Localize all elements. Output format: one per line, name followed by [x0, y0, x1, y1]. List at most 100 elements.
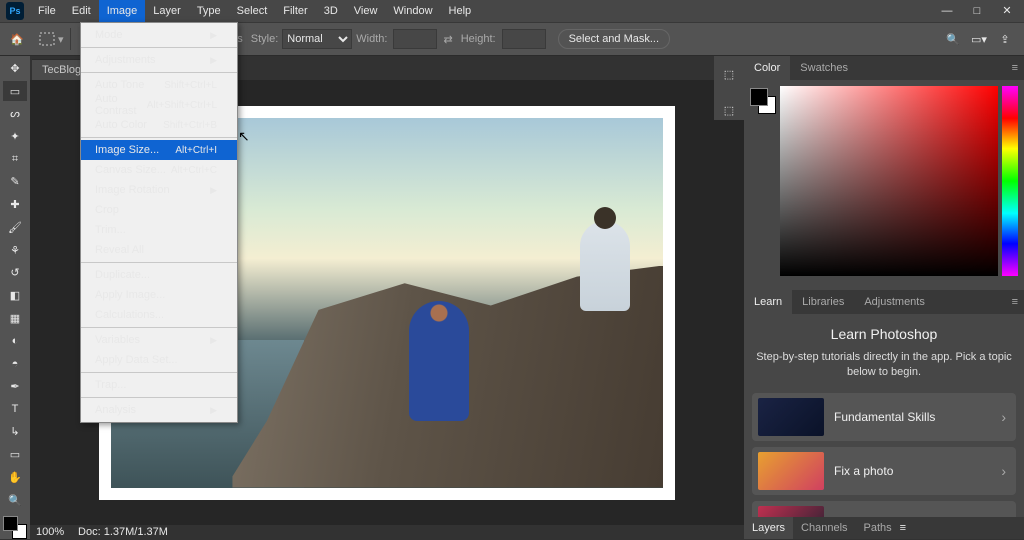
hand-tool[interactable]: ✋ [3, 467, 27, 488]
tab-learn[interactable]: Learn [744, 290, 792, 314]
menu-item-adjustments[interactable]: Adjustments▶ [81, 50, 237, 70]
share-icon[interactable]: ⇪ [993, 27, 1017, 51]
layers-panel-tabs: Layers Channels Paths ≡ [744, 517, 1024, 539]
learn-card[interactable]: Fix a photo› [752, 447, 1016, 495]
learn-panel-tabs: Learn Libraries Adjustments ≡ [744, 290, 1024, 314]
pen-tool[interactable]: ✒ [3, 376, 27, 397]
collapsed-panels-strip: ⬚ ⬚ [714, 56, 744, 120]
shape-tool[interactable]: ▭ [3, 444, 27, 465]
menu-filter[interactable]: Filter [275, 0, 315, 22]
tab-channels[interactable]: Channels [793, 517, 855, 539]
menu-item-mode[interactable]: Mode▶ [81, 25, 237, 45]
chevron-right-icon: › [1001, 463, 1006, 479]
maximize-button[interactable]: □ [962, 0, 992, 22]
close-button[interactable]: ✕ [992, 0, 1022, 22]
menu-edit[interactable]: Edit [64, 0, 99, 22]
menu-view[interactable]: View [346, 0, 386, 22]
heal-tool[interactable]: ✚ [3, 194, 27, 215]
color-field[interactable] [780, 86, 998, 276]
dodge-tool[interactable]: ◓ [3, 353, 27, 374]
move-tool[interactable]: ✥ [3, 58, 27, 79]
blur-tool[interactable]: ◐ [3, 331, 27, 352]
learn-panel: Learn Photoshop Step-by-step tutorials d… [744, 314, 1024, 517]
brush-tool[interactable]: 🖌 [3, 217, 27, 238]
menu-item-apply-image-[interactable]: Apply Image... [81, 285, 237, 305]
panel-menu-icon[interactable]: ≡ [900, 522, 906, 534]
menu-item-auto-contrast[interactable]: Auto ContrastAlt+Shift+Ctrl+L [81, 95, 237, 115]
stamp-tool[interactable]: ⚘ [3, 240, 27, 261]
panel-menu-icon[interactable]: ≡ [1012, 296, 1018, 308]
menu-item-auto-color[interactable]: Auto ColorShift+Ctrl+B [81, 115, 237, 135]
learn-heading: Learn Photoshop [752, 326, 1016, 342]
eraser-tool[interactable]: ◧ [3, 285, 27, 306]
swap-dims-icon[interactable]: ⇄ [443, 33, 452, 46]
panel-icon-1[interactable]: ⬚ [719, 64, 739, 84]
crop-tool[interactable]: ⌗ [3, 149, 27, 170]
style-label: Style: [251, 33, 279, 45]
marquee-tool[interactable]: ▭ [3, 81, 27, 102]
width-label: Width: [356, 33, 387, 45]
color-swatch[interactable] [750, 88, 776, 114]
hue-slider[interactable] [1002, 86, 1018, 276]
menu-item-variables: Variables▶ [81, 330, 237, 350]
tab-color[interactable]: Color [744, 56, 790, 80]
menu-type[interactable]: Type [189, 0, 229, 22]
doc-size: Doc: 1.37M/1.37M [78, 526, 168, 538]
menubar: Ps FileEditImageLayerTypeSelectFilter3DV… [0, 0, 1024, 22]
color-panel-tabs: Color Swatches ≡ [744, 56, 1024, 80]
lasso-tool[interactable]: ᔕ [3, 103, 27, 124]
zoom-level[interactable]: 100% [36, 526, 64, 538]
tab-layers[interactable]: Layers [744, 517, 793, 539]
tab-libraries[interactable]: Libraries [792, 290, 854, 314]
menu-item-canvas-size-[interactable]: Canvas Size...Alt+Ctrl+C [81, 160, 237, 180]
type-tool[interactable]: T [3, 399, 27, 420]
tab-swatches[interactable]: Swatches [790, 56, 858, 80]
menu-item-apply-data-set-: Apply Data Set... [81, 350, 237, 370]
tool-palette: ✥▭ᔕ✦⌗✎✚🖌⚘↺◧▦◐◓✒T↳▭✋🔍 [0, 56, 30, 539]
menu-file[interactable]: File [30, 0, 64, 22]
menu-select[interactable]: Select [229, 0, 276, 22]
status-bar: 100% Doc: 1.37M/1.37M [30, 525, 744, 539]
history-tool[interactable]: ↺ [3, 262, 27, 283]
learn-card[interactable]: Make creative effects› [752, 501, 1016, 517]
menu-window[interactable]: Window [385, 0, 440, 22]
menu-item-crop: Crop [81, 200, 237, 220]
menu-item-image-size-[interactable]: Image Size...Alt+Ctrl+I [81, 140, 237, 160]
minimize-button[interactable]: — [932, 0, 962, 22]
menu-layer[interactable]: Layer [145, 0, 189, 22]
tab-paths[interactable]: Paths [856, 517, 900, 539]
search-icon[interactable]: 🔍 [941, 27, 965, 51]
tab-adjustments[interactable]: Adjustments [854, 290, 935, 314]
gradient-tool[interactable]: ▦ [3, 308, 27, 329]
select-and-mask-button[interactable]: Select and Mask... [558, 29, 671, 49]
style-select[interactable]: Normal [282, 29, 352, 49]
learn-subtitle: Step-by-step tutorials directly in the a… [752, 350, 1016, 381]
fg-bg-colors[interactable] [3, 516, 27, 539]
right-panels: Color Swatches ≡ Learn Libraries Adjustm… [744, 56, 1024, 539]
home-icon[interactable]: 🏠 [6, 28, 28, 50]
height-label: Height: [461, 33, 496, 45]
zoom-tool[interactable]: 🔍 [3, 490, 27, 511]
menu-item-duplicate-[interactable]: Duplicate... [81, 265, 237, 285]
menu-image[interactable]: Image [99, 0, 146, 22]
menu-item-auto-tone[interactable]: Auto ToneShift+Ctrl+L [81, 75, 237, 95]
menu-item-image-rotation[interactable]: Image Rotation▶ [81, 180, 237, 200]
workspace-icon[interactable]: ▭▾ [967, 27, 991, 51]
menu-item-analysis[interactable]: Analysis▶ [81, 400, 237, 420]
image-menu-dropdown: Mode▶Adjustments▶Auto ToneShift+Ctrl+LAu… [80, 22, 238, 423]
learn-card[interactable]: Fundamental Skills› [752, 393, 1016, 441]
menu-item-calculations-[interactable]: Calculations... [81, 305, 237, 325]
wand-tool[interactable]: ✦ [3, 126, 27, 147]
path-tool[interactable]: ↳ [3, 422, 27, 443]
panel-icon-2[interactable]: ⬚ [719, 100, 739, 120]
menu-help[interactable]: Help [441, 0, 480, 22]
menu-3d[interactable]: 3D [316, 0, 346, 22]
marquee-tool-indicator[interactable] [35, 27, 59, 51]
window-controls: — □ ✕ [932, 0, 1022, 22]
menu-item-trim-[interactable]: Trim... [81, 220, 237, 240]
width-input[interactable] [393, 29, 437, 49]
chevron-right-icon: › [1001, 409, 1006, 425]
eyedrop-tool[interactable]: ✎ [3, 172, 27, 193]
height-input[interactable] [502, 29, 546, 49]
panel-menu-icon[interactable]: ≡ [1012, 62, 1018, 74]
